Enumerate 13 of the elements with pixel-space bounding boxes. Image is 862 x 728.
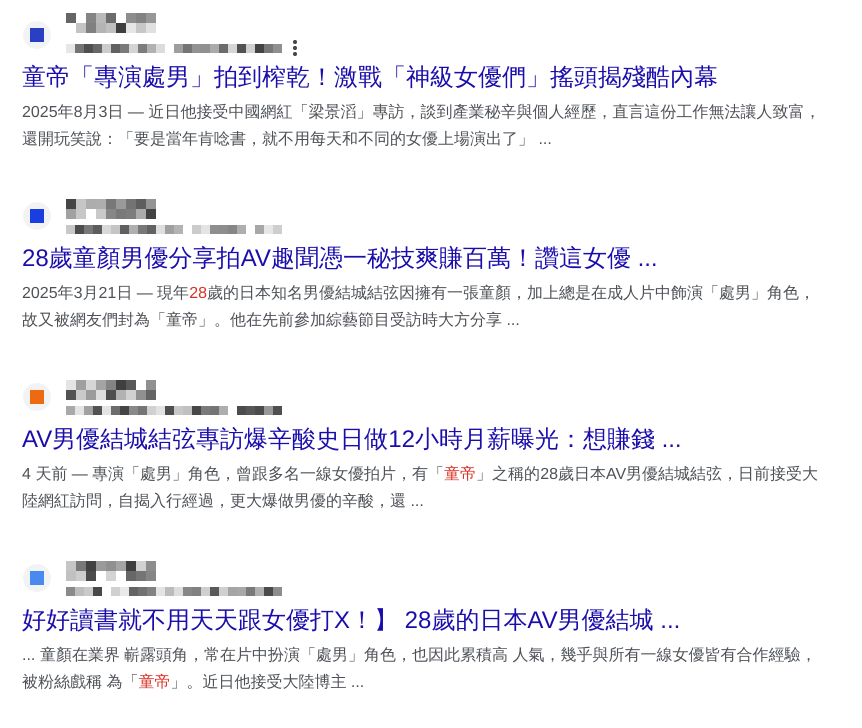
result-title-link[interactable]: AV男優結城結弦專訪爆辛酸史日做12小時月薪曝光：想賺錢 ... (22, 424, 682, 456)
favicon-icon (22, 20, 52, 50)
favicon-icon (22, 563, 52, 593)
favicon-icon (22, 201, 52, 231)
result-snippet: 2025年3月21日 — 現年28歲的日本知名男優結城結弦因擁有一張童顏，加上總是在成人片中飾演「處男」角色，故又被網友們封為「童帝」。他在先前參加綜藝節目受訪時大方分享 ... (22, 284, 816, 331)
result-snippet: 2025年8月3日 — 近日他接受中國網紅「梁景滔」專訪，談到產業秘辛與個人經歷，直言這份工作無法讓人致富，還開玩笑說：「要是當年肯唸書，就不用每天和不同的女優上場演出了」 ... (22, 102, 822, 150)
more-options-icon[interactable] (292, 39, 298, 57)
result-title-link[interactable]: 童帝「專演處男」拍到榨乾！激戰「神級女優們」搖頭揭殘酷內幕 (22, 62, 718, 94)
result-snippet: ... 童顏在業界 嶄露頭角，常在片中扮演「處男」角色，也因此累積高 人氣，幾乎與所有一線女優皆有合作經驗，被粉絲戲稱 為「童帝」。近日他接受大陸博主 ... (22, 646, 818, 693)
result-title-link[interactable]: 28歲童顏男優分享拍AV趣聞憑一秘技爽賺百萬！讚這女優 ... (22, 243, 658, 275)
result-title-link[interactable]: 好好讀書就不用天天跟女優打X！】 28歲的日本AV男優結城 ... (22, 605, 680, 637)
favicon-icon (22, 382, 52, 412)
result-snippet: 4 天前 — 專演「處男」角色，曾跟多名一線女優拍片，有「童帝」之稱的28歲日本AV男優結城結弦，日前接受大陸網紅訪問，自揭入行經過，更大爆做男優的辛酸，還 ... (22, 464, 820, 512)
